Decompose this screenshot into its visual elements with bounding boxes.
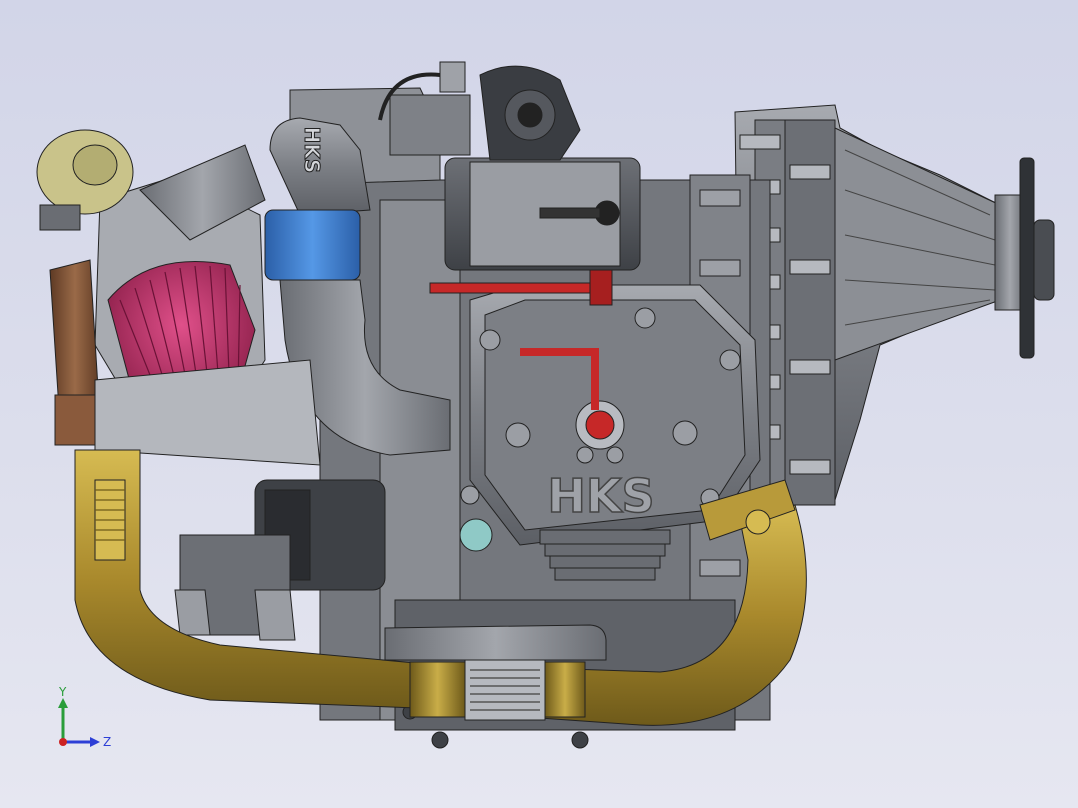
intake-pipe-logo: HKS: [300, 127, 324, 174]
sensor-cap[interactable]: [459, 518, 493, 552]
engine-assembly[interactable]: HKS HKS: [36, 61, 1055, 749]
triad-origin: [59, 738, 67, 746]
exhaust-bellows[interactable]: [94, 479, 126, 561]
coolant-pipe[interactable]: [384, 624, 607, 661]
z-axis-arrowhead: [90, 737, 100, 747]
output-flange[interactable]: [994, 157, 1055, 359]
y-axis-label: Y: [58, 685, 67, 699]
flex-pipe[interactable]: [409, 657, 586, 721]
starter-motor[interactable]: [444, 157, 641, 271]
valve-cover-logo: HKS: [547, 469, 654, 523]
axis-triad: Y Z: [58, 685, 111, 749]
cad-viewport[interactable]: HKS HKS: [0, 0, 1078, 808]
gearbox-housing[interactable]: [734, 104, 1001, 506]
z-axis-label: Z: [103, 735, 111, 749]
y-axis-arrowhead: [58, 698, 68, 708]
oil-pan-fins[interactable]: [539, 529, 671, 581]
silicone-coupler[interactable]: [264, 209, 361, 281]
